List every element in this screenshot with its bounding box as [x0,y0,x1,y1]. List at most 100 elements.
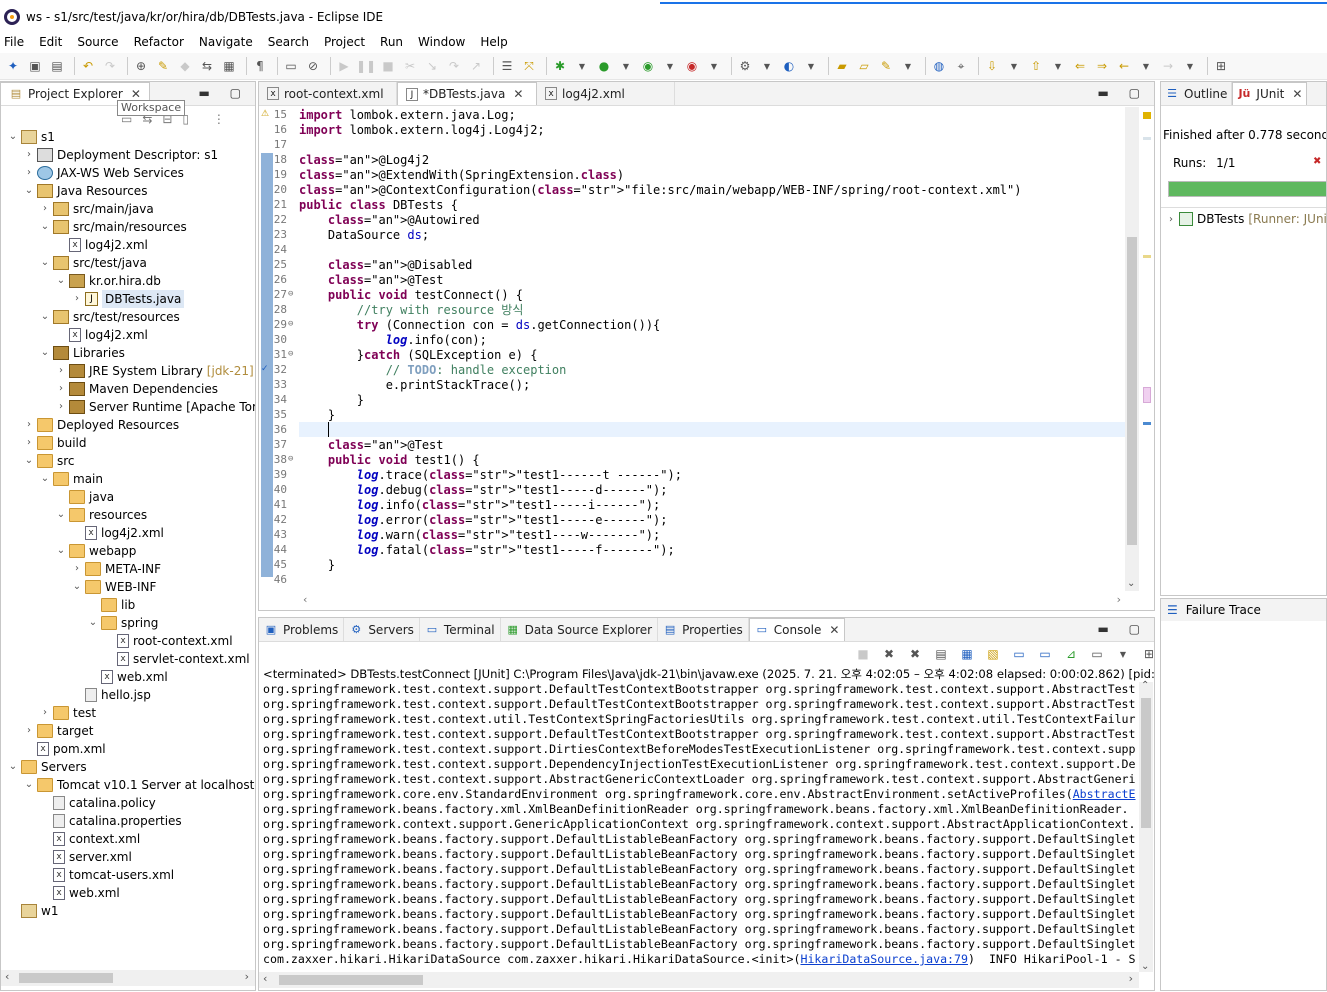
fold-icon[interactable]: ⊖ [288,349,293,359]
tab-junit[interactable]: Jü JUnit ✕ [1232,82,1308,105]
forward-dropdown-icon[interactable]: ▼ [1181,57,1199,75]
console-hscroll-thumb[interactable] [279,975,423,985]
tree-item[interactable]: ⌄ src [1,452,75,470]
menu-project[interactable]: Project [324,35,365,49]
tree-item[interactable]: x log4j2.xml [1,524,164,542]
console-vscroll[interactable]: ⌃ ⌄ [1139,680,1153,972]
chevron-right-icon[interactable]: › [1165,214,1177,225]
chevron-right-icon[interactable]: › [55,380,67,398]
search-icon[interactable]: ✎ [877,57,895,75]
clear-console-icon[interactable]: ▤ [932,645,950,663]
chevron-down-icon[interactable]: ⌄ [55,272,67,290]
chevron-down-icon[interactable]: ⌄ [23,776,35,794]
scroll-lock-icon[interactable]: ▦ [958,645,976,663]
coverage-icon[interactable]: ◉ [639,57,657,75]
tree-item[interactable]: › Maven Dependencies [1,380,218,398]
prev-annotation-dropdown-icon[interactable]: ▼ [1049,57,1067,75]
console-link[interactable]: AbstractE [1073,787,1136,801]
tree-item[interactable]: catalina.policy [1,794,156,812]
tree-item[interactable]: ⌄ spring [1,614,158,632]
bottom-tab-properties[interactable]: ▤ Properties [658,618,749,641]
open-type-icon[interactable]: ⊕ [132,57,150,75]
tree-item[interactable]: ⌄ WEB-INF [1,578,156,596]
bottom-tab-terminal[interactable]: ▭ Terminal [420,618,501,641]
tree-item[interactable]: ⌄ resources [1,506,147,524]
chevron-right-icon[interactable]: › [23,722,35,740]
chevron-right-icon[interactable]: › [23,434,35,452]
chevron-right-icon[interactable]: › [39,704,51,722]
server-dropdown-icon[interactable]: ▼ [758,57,776,75]
redo-icon[interactable]: ↷ [101,57,119,75]
chevron-down-icon[interactable]: ⌄ [23,452,35,470]
chevron-down-icon[interactable]: ⌄ [23,182,35,200]
close-icon[interactable]: ✕ [131,87,141,101]
step-return-icon[interactable]: ↗ [467,57,485,75]
editor-tab-2[interactable]: x log4j2.xml [537,82,675,105]
bottom-tab-console[interactable]: ▭ Console ✕ [748,618,846,641]
tree-item[interactable]: › target [1,722,94,740]
show-stderr-icon[interactable]: ▭ [1036,645,1054,663]
close-icon[interactable]: ✕ [1292,87,1302,101]
chevron-right-icon[interactable]: › [55,398,67,416]
console-minmax[interactable]: ▬ ▢ [1098,622,1149,636]
tree-item[interactable]: lib [1,596,135,614]
chevron-down-icon[interactable]: ⌄ [71,578,83,596]
chevron-right-icon[interactable]: › [23,146,35,164]
disconnect-icon[interactable]: ✂ [401,57,419,75]
debug-dropdown-icon[interactable]: ▼ [573,57,591,75]
tree-item[interactable]: x web.xml [1,668,168,686]
class-dropdown-icon[interactable]: ▼ [802,57,820,75]
tree-item[interactable]: x server.xml [1,848,132,866]
remove-launch-icon[interactable]: ✖ [880,645,898,663]
open-folder-icon[interactable]: ▰ [833,57,851,75]
tree-item[interactable]: ⌄ Libraries [1,344,125,362]
resume-icon[interactable]: ▶ [335,57,353,75]
bottom-tab-problems[interactable]: ▣ Problems [259,618,345,641]
remove-all-icon[interactable]: ✖ [906,645,924,663]
tree-item[interactable]: › Deployment Descriptor: s1 [1,146,218,164]
toggle-icon[interactable]: ⇆ [198,57,216,75]
tree-item[interactable]: x tomcat-users.xml [1,866,174,884]
external-tools-icon[interactable]: ◉ [683,57,701,75]
last-edit-icon[interactable]: ⇐ [1071,57,1089,75]
menu-window[interactable]: Window [418,35,465,49]
chevron-down-icon[interactable]: ⌄ [39,218,51,236]
word-wrap-icon[interactable]: ▧ [984,645,1002,663]
chevron-right-icon[interactable]: › [71,290,83,308]
fold-icon[interactable]: ⊖ [288,454,293,464]
tree-item[interactable]: x log4j2.xml [1,326,148,344]
console-output[interactable]: org.springframework.test.context.support… [259,682,1139,972]
tree-item[interactable]: › META-INF [1,560,161,578]
explorer-hscroll[interactable]: ‹ › [1,970,255,986]
menu-edit[interactable]: Edit [39,35,62,49]
save-all-icon[interactable]: ▤ [48,57,66,75]
chevron-right-icon[interactable]: › [39,200,51,218]
tree-item[interactable]: › Deployed Resources [1,416,179,434]
menu-refactor[interactable]: Refactor [134,35,184,49]
chevron-right-icon[interactable]: › [23,164,35,182]
explorer-hscroll-thumb[interactable] [19,973,113,983]
editor-hscroll[interactable]: ‹ › [299,592,1125,608]
tree-item[interactable]: ⌄ Servers [1,758,87,776]
editor-tab-0[interactable]: x root-context.xml [259,82,397,105]
build-icon[interactable]: ☰ [498,57,516,75]
external-dropdown-icon[interactable]: ▼ [705,57,723,75]
skip-breakpoints-icon[interactable]: ⊘ [304,57,322,75]
back-dropdown-icon[interactable]: ▼ [1137,57,1155,75]
debug-icon[interactable]: ✱ [551,57,569,75]
tree-item[interactable]: ⌄ Java Resources [1,182,147,200]
tree-item[interactable]: x web.xml [1,884,120,902]
pin-console-icon[interactable]: ⊿ [1062,645,1080,663]
tree-item[interactable]: › JRE System Library [jdk-21] [1,362,254,380]
tree-item[interactable]: › build [1,434,87,452]
chevron-down-icon[interactable]: ⌄ [39,254,51,272]
tree-item[interactable]: ⌄ src/test/java [1,254,147,272]
tree-item[interactable]: w1 [1,902,58,920]
chevron-down-icon[interactable]: ⌄ [39,470,51,488]
console-hscroll[interactable]: ‹ › [259,972,1139,988]
view-minmax[interactable]: ▬ ▢ [199,86,250,100]
run-dropdown-icon[interactable]: ▼ [617,57,635,75]
refactor-icon[interactable]: ⤧ [520,57,538,75]
save-icon[interactable]: ▣ [26,57,44,75]
tree-item[interactable]: ⌄ s1 [1,128,55,146]
